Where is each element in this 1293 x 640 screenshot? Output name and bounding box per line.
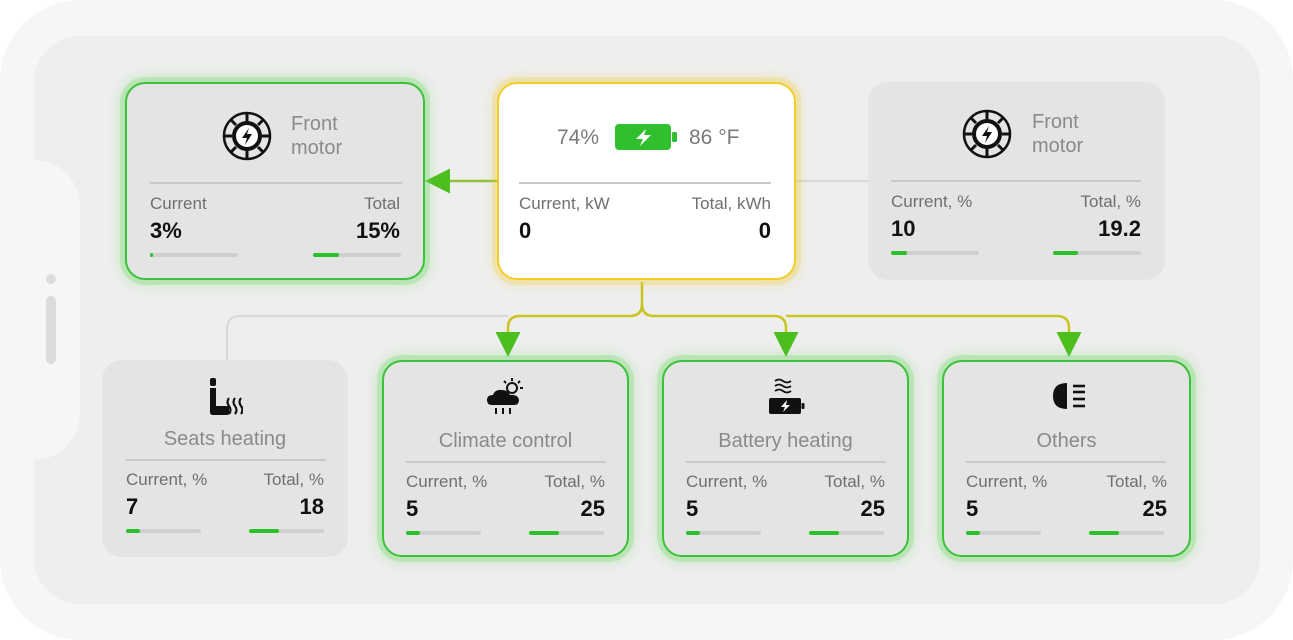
current-label: Current [150, 194, 207, 213]
flow-line-battery-heating [640, 303, 799, 357]
total-label: Total, % [1080, 192, 1141, 211]
progress-fill [150, 253, 153, 257]
motor-icon [961, 108, 1013, 165]
title-line-1: Front [291, 113, 338, 135]
progress-fill [891, 251, 907, 255]
battery-charging-icon [615, 124, 677, 155]
progress-fill [1053, 251, 1078, 255]
current-value: 10 [891, 216, 916, 241]
total-progress-bar [249, 529, 324, 533]
current-value: 3% [150, 218, 182, 243]
current-progress-bar [406, 531, 481, 535]
current-value: 5 [686, 496, 699, 521]
current-progress-bar [966, 531, 1041, 535]
progress-fill [966, 531, 980, 535]
total-progress-bar [313, 253, 401, 257]
divider [891, 180, 1141, 182]
title-line-2: motor [291, 137, 343, 159]
current-label: Current, % [686, 472, 768, 491]
divider [686, 461, 886, 463]
battery-heating-icon [769, 378, 805, 421]
total-value: 18 [299, 494, 324, 519]
total-label: Total, kWh [691, 194, 771, 213]
current-label: Current, % [406, 472, 488, 491]
card-title: Battery heating [718, 430, 853, 452]
progress-fill [809, 531, 839, 535]
current-value: 5 [966, 496, 979, 521]
divider [406, 461, 606, 463]
front-motor-left-card[interactable]: Front motor Current Total 3% 15% [125, 82, 425, 280]
total-label: Total, % [1106, 472, 1167, 491]
current-value: 0 [519, 218, 532, 243]
battery-heating-card[interactable]: Battery heating Current, % Total, % 5 25 [662, 360, 909, 557]
current-label: Current, kW [519, 194, 610, 213]
current-progress-bar [686, 531, 761, 535]
current-label: Current, % [891, 192, 973, 211]
divider [966, 461, 1166, 463]
temperature: 86 °F [689, 126, 740, 149]
headlight-icon [1049, 380, 1089, 417]
total-label: Total, % [544, 472, 605, 491]
total-progress-bar [1089, 531, 1164, 535]
others-card[interactable]: Others Current, % Total, % 5 25 [942, 360, 1191, 557]
flow-line-others [786, 314, 1082, 357]
total-value: 25 [580, 496, 605, 521]
divider [126, 459, 326, 461]
card-title: Climate control [438, 430, 573, 452]
progress-fill [529, 531, 559, 535]
current-label: Current, % [966, 472, 1048, 491]
flow-line-trunk [495, 282, 644, 357]
total-value: 0 [758, 218, 771, 243]
climate-icon [486, 378, 528, 421]
total-label: Total, % [263, 470, 324, 489]
front-motor-right-card[interactable]: Front motor Current, % Total, % 10 19.2 [868, 82, 1165, 280]
title-line-2: motor [1032, 135, 1084, 157]
total-progress-bar [1053, 251, 1141, 255]
total-value: 19.2 [1098, 216, 1141, 241]
card-title: Seats heating [163, 428, 287, 450]
current-progress-bar [126, 529, 201, 533]
total-value: 25 [860, 496, 885, 521]
battery-percent: 74% [557, 126, 600, 149]
motor-icon [221, 110, 273, 167]
title-line-1: Front [1032, 111, 1079, 133]
total-progress-bar [529, 531, 604, 535]
progress-fill [686, 531, 700, 535]
total-value: 25 [1142, 496, 1167, 521]
total-value: 15% [355, 218, 400, 243]
flow-line-seats-heating [226, 315, 508, 360]
progress-fill [313, 253, 340, 257]
seat-heating-icon [207, 376, 244, 421]
current-progress-bar [891, 251, 979, 255]
progress-fill [406, 531, 420, 535]
divider [519, 182, 771, 184]
progress-fill [249, 529, 279, 533]
battery-hub-card[interactable]: 74% 86 °F Current, kW Total, kWh 0 0 [497, 82, 796, 280]
total-label: Total, % [824, 472, 885, 491]
card-title: Front motor [291, 112, 342, 160]
progress-fill [126, 529, 140, 533]
card-title: Others [1036, 430, 1097, 452]
current-progress-bar [150, 253, 238, 257]
seats-heating-card[interactable]: Seats heating Current, % Total, % 7 18 [102, 360, 348, 557]
card-title: Front motor [1032, 110, 1083, 158]
divider [150, 182, 402, 184]
climate-control-card[interactable]: Climate control Current, % Total, % 5 25 [382, 360, 629, 557]
current-value: 5 [406, 496, 419, 521]
current-label: Current, % [126, 470, 208, 489]
progress-fill [1089, 531, 1119, 535]
total-progress-bar [809, 531, 884, 535]
total-label: Total [364, 194, 400, 213]
current-value: 7 [126, 494, 139, 519]
